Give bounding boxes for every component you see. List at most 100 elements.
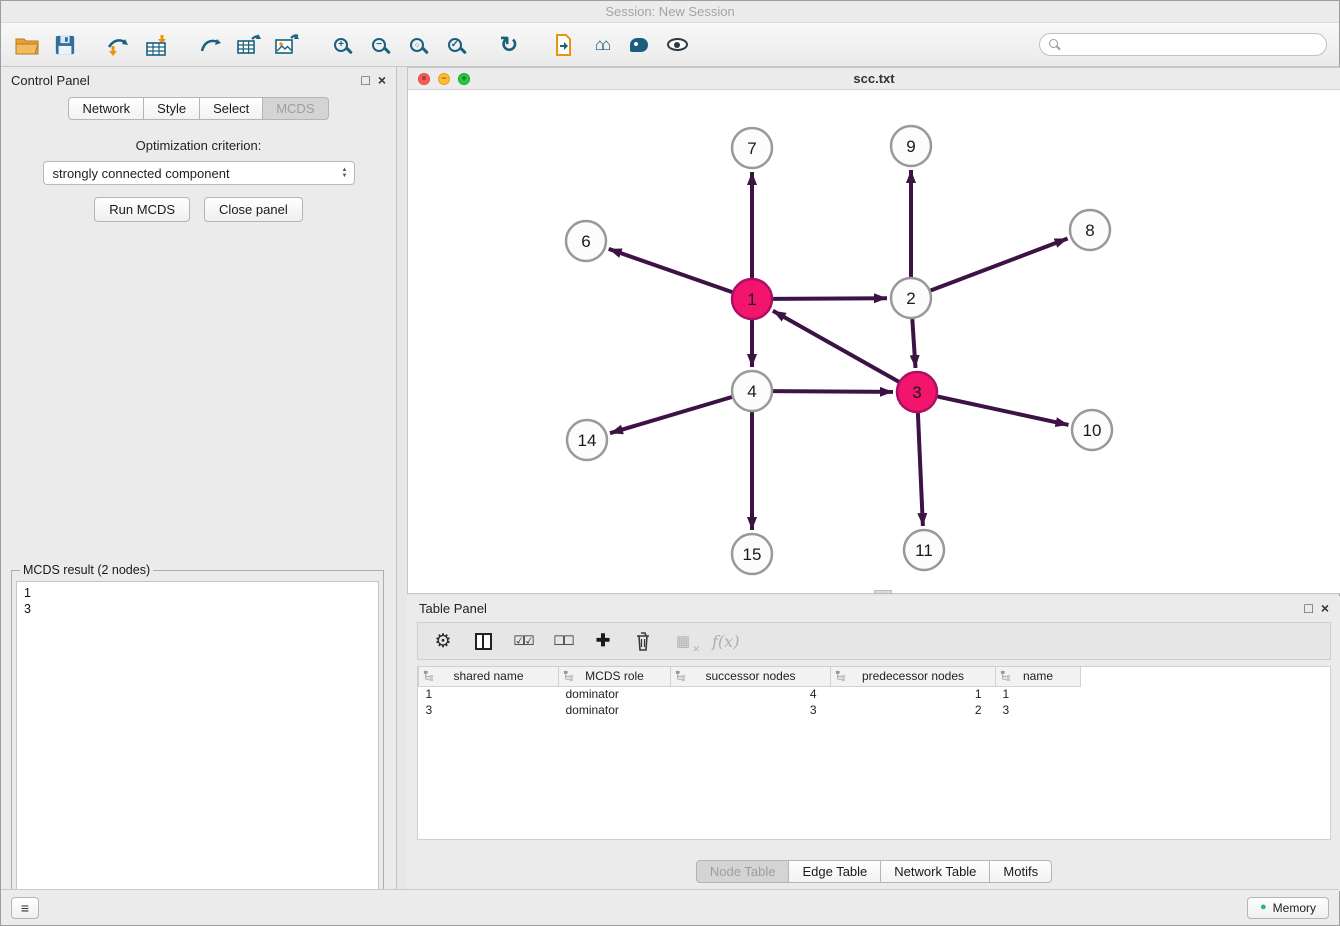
graph-node-label: 9 xyxy=(906,137,915,156)
sort-hierarchy-icon[interactable] xyxy=(423,670,434,685)
table-settings-gear-icon[interactable]: ⚙ xyxy=(432,629,454,653)
optimization-criterion-select[interactable]: strongly connected component ▲ ▼ xyxy=(43,161,355,185)
close-panel-icon[interactable]: × xyxy=(378,73,386,87)
column-header-successor-nodes[interactable]: successor nodes xyxy=(671,667,831,686)
tab-network-table[interactable]: Network Table xyxy=(880,860,990,883)
application-window: Session: New Session xyxy=(0,0,1340,926)
float-table-panel-icon[interactable]: □ xyxy=(1304,601,1312,615)
graph-edge-1-2[interactable] xyxy=(773,298,887,299)
graph-node-1[interactable]: 1 xyxy=(732,279,772,319)
zoom-out-icon[interactable]: − xyxy=(365,31,393,59)
add-column-icon[interactable]: ✚ xyxy=(592,629,614,653)
export-image-icon[interactable] xyxy=(273,31,301,59)
network-graph[interactable]: 1 2 3 4 6 7 8 9 10 11 14 15 xyxy=(408,90,1340,593)
column-header-label: shared name xyxy=(453,669,523,683)
graph-node-14[interactable]: 14 xyxy=(567,420,607,460)
save-session-icon[interactable] xyxy=(51,31,79,59)
graph-node-label: 4 xyxy=(747,382,756,401)
table-cell: 3 xyxy=(419,702,559,718)
graph-edge-2-8[interactable] xyxy=(931,239,1068,291)
node-table-body: 1dominator4113dominator323 xyxy=(419,686,1331,718)
table-panel-tabs: Node TableEdge TableNetwork TableMotifs xyxy=(407,860,1340,883)
zoom-in-icon[interactable]: + xyxy=(327,31,355,59)
zoom-out-symbol: − xyxy=(374,40,384,50)
import-table-icon[interactable] xyxy=(143,31,171,59)
memory-button[interactable]: ● Memory xyxy=(1247,897,1329,919)
window-minimize-button[interactable]: − xyxy=(438,73,450,85)
memory-label: Memory xyxy=(1273,901,1316,915)
close-table-panel-icon[interactable]: × xyxy=(1321,601,1329,615)
graph-edge-3-1[interactable] xyxy=(773,311,899,382)
column-header-name[interactable]: name xyxy=(996,667,1081,686)
run-mcds-button[interactable]: Run MCDS xyxy=(94,197,190,222)
mcds-result-list[interactable]: 13 xyxy=(16,581,379,891)
graph-node-6[interactable]: 6 xyxy=(566,221,606,261)
graph-edge-3-10[interactable] xyxy=(938,397,1069,425)
graph-node-3[interactable]: 3 xyxy=(897,372,937,412)
tab-edge-table[interactable]: Edge Table xyxy=(788,860,881,883)
zoom-in-symbol: + xyxy=(336,40,346,50)
export-table-icon[interactable] xyxy=(235,31,263,59)
tab-network[interactable]: Network xyxy=(68,97,144,120)
graph-node-7[interactable]: 7 xyxy=(732,128,772,168)
graph-edge-4-3[interactable] xyxy=(773,391,893,392)
column-header-predecessor-nodes[interactable]: predecessor nodes xyxy=(831,667,996,686)
table-row[interactable]: 3dominator323 xyxy=(419,702,1331,718)
graph-edge-2-3[interactable] xyxy=(912,319,915,368)
tab-motifs[interactable]: Motifs xyxy=(989,860,1052,883)
sort-hierarchy-icon[interactable] xyxy=(563,670,574,685)
function-builder-icon[interactable]: f(x) xyxy=(712,629,739,653)
tab-select[interactable]: Select xyxy=(199,97,263,120)
zoom-selected-icon[interactable]: ✓ xyxy=(441,31,469,59)
home-layout-icon[interactable]: ⌂⌂ xyxy=(587,31,615,59)
graph-edge-1-6[interactable] xyxy=(609,249,733,292)
graph-node-8[interactable]: 8 xyxy=(1070,210,1110,250)
delete-column-trash-icon[interactable] xyxy=(632,629,654,653)
tab-mcds[interactable]: MCDS xyxy=(262,97,328,120)
open-session-icon[interactable] xyxy=(13,31,41,59)
import-network-icon[interactable] xyxy=(105,31,133,59)
task-history-button[interactable]: ≡ xyxy=(11,897,39,919)
deselect-all-icon[interactable]: ☐☐ xyxy=(552,629,574,653)
window-maximize-button[interactable]: + xyxy=(458,73,470,85)
search-box[interactable] xyxy=(1039,33,1327,56)
close-panel-button[interactable]: Close panel xyxy=(204,197,303,222)
window-title: Session: New Session xyxy=(605,4,734,19)
column-header-shared-name[interactable]: shared name xyxy=(419,667,559,686)
table-row[interactable]: 1dominator411 xyxy=(419,686,1331,702)
graph-node-11[interactable]: 11 xyxy=(904,530,944,570)
clone-network-icon[interactable] xyxy=(549,31,577,59)
column-header-label: successor nodes xyxy=(705,669,795,683)
show-column-icon[interactable] xyxy=(472,629,494,653)
window-resize-grip[interactable] xyxy=(874,590,892,594)
sort-hierarchy-icon[interactable] xyxy=(835,670,846,685)
list-icon: ≡ xyxy=(21,900,29,916)
export-network-icon[interactable] xyxy=(197,31,225,59)
column-header-mcds-role[interactable]: MCDS role xyxy=(559,667,671,686)
graph-node-4[interactable]: 4 xyxy=(732,371,772,411)
graph-node-15[interactable]: 15 xyxy=(732,534,772,574)
show-hide-graphics-icon[interactable] xyxy=(663,31,691,59)
search-input[interactable] xyxy=(1066,38,1316,52)
float-panel-icon[interactable]: □ xyxy=(361,73,369,87)
graph-edge-3-11[interactable] xyxy=(918,413,923,526)
tab-style[interactable]: Style xyxy=(143,97,200,120)
zoom-fit-icon[interactable]: ○ xyxy=(403,31,431,59)
window-close-button[interactable]: × xyxy=(418,73,430,85)
sort-hierarchy-icon[interactable] xyxy=(675,670,686,685)
graph-node-10[interactable]: 10 xyxy=(1072,410,1112,450)
optimization-criterion-label: Optimization criterion: xyxy=(1,138,396,153)
node-table-header-row: shared name MCDS role successor nodes prede… xyxy=(419,667,1331,686)
refresh-icon[interactable]: ↻ xyxy=(495,31,523,59)
graph-node-2[interactable]: 2 xyxy=(891,278,931,318)
graph-node-9[interactable]: 9 xyxy=(891,126,931,166)
table-panel: Table Panel □ × ⚙ ☑☑ ☐☐ ✚ ▦✕ f(x) xyxy=(407,596,1340,891)
sort-hierarchy-icon[interactable] xyxy=(1000,670,1011,685)
table-cell: dominator xyxy=(559,686,671,702)
control-panel-title: Control Panel xyxy=(11,73,90,88)
graph-edge-4-14[interactable] xyxy=(610,397,732,433)
select-all-icon[interactable]: ☑☑ xyxy=(512,629,534,653)
tab-node-table[interactable]: Node Table xyxy=(696,860,790,883)
delete-table-icon[interactable]: ▦✕ xyxy=(672,629,694,653)
apply-style-icon[interactable] xyxy=(625,31,653,59)
